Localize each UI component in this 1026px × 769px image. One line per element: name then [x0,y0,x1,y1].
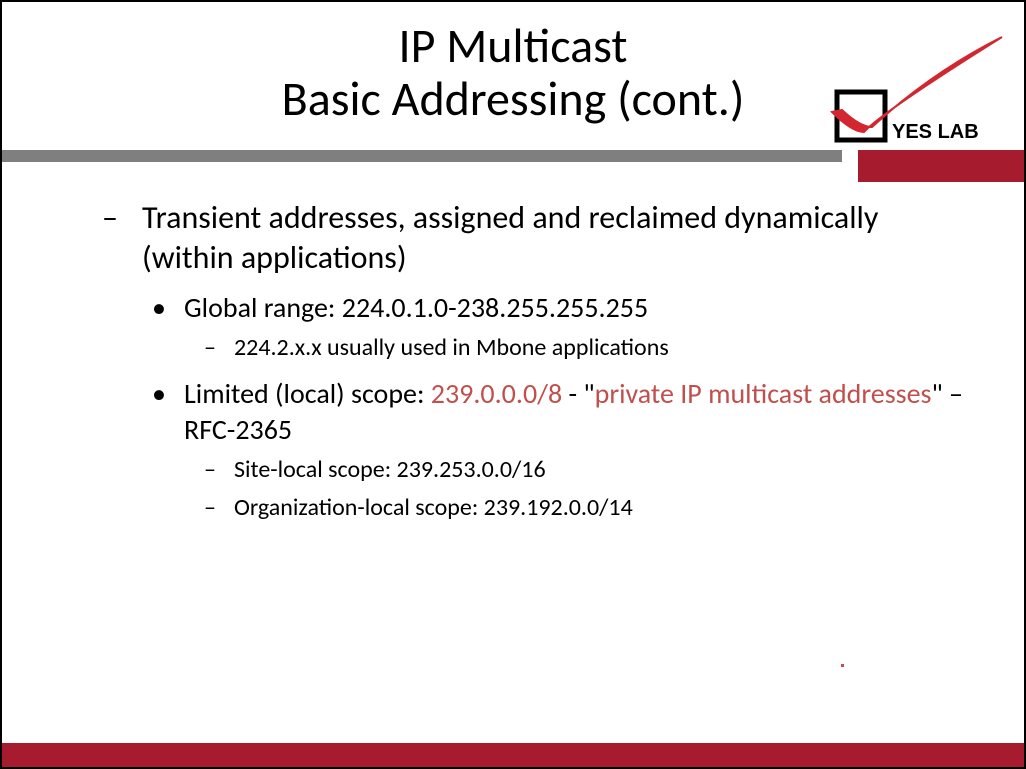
logo-svg: YES LAB [802,32,1012,152]
divider-gray-bar [2,150,842,162]
logo-text: YES LAB [892,121,979,143]
slide-content: Transient addresses, assigned and reclai… [102,198,964,529]
bullet-limited-scope: Limited (local) scope: 239.0.0.0/8 - "pr… [152,376,964,449]
limited-scope-pre: Limited (local) scope: [184,376,431,411]
stray-dot [841,664,844,667]
bullet-org-local: Organization-local scope: 239.192.0.0/14 [204,492,964,523]
bullet-main: Transient addresses, assigned and reclai… [102,198,964,278]
divider-red-block [858,150,1024,182]
footer-bar [2,743,1024,767]
checkmark-icon [832,37,1002,132]
bullet-mbone: 224.2.x.x usually used in Mbone applicat… [204,332,964,363]
limited-scope-label: private IP multicast addresses [595,376,932,411]
bullet-site-local: Site-local scope: 239.253.0.0/16 [204,454,964,485]
logo-yes-lab: YES LAB [802,32,1012,152]
limited-scope-mid: - " [562,376,594,411]
limited-scope-ip: 239.0.0.0/8 [431,376,562,411]
bullet-global-range: Global range: 224.0.1.0-238.255.255.255 [152,290,964,326]
slide-frame: IP Multicast Basic Addressing (cont.) YE… [0,0,1026,769]
